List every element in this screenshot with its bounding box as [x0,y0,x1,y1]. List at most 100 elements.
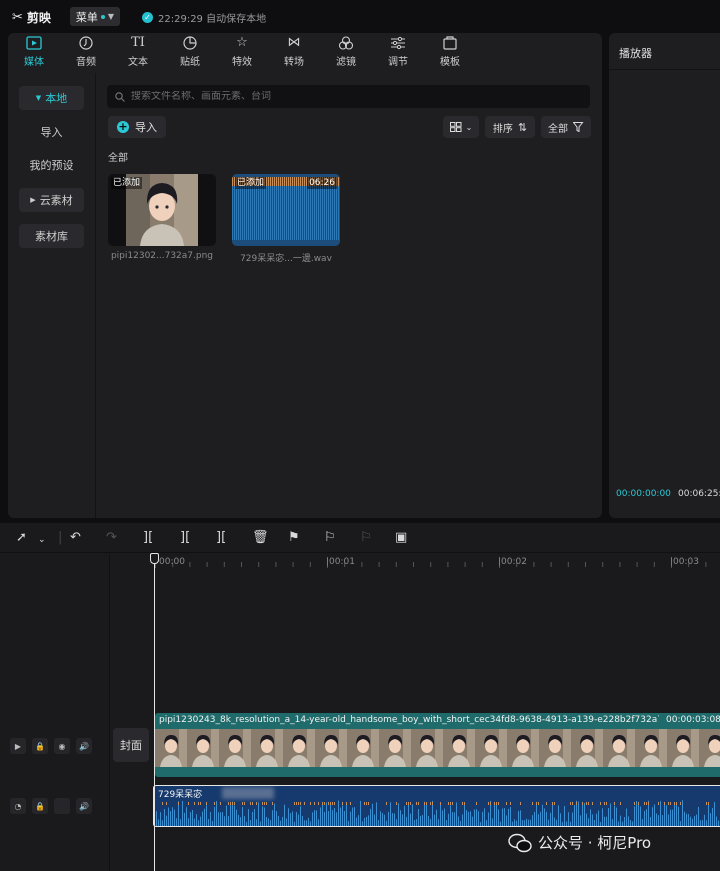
menu-button[interactable]: 菜单 ▼ [70,7,120,26]
speaker-icon[interactable]: 🔊 [76,798,92,814]
plus-icon: + [117,120,129,133]
autosave-text: 22:29:29 自动保存本地 [158,14,267,25]
audio-clip[interactable]: 729呆呆宓 [153,785,720,827]
audio-clip-name: 729呆呆宓 [158,790,203,800]
filter-button[interactable]: 全部 [541,116,591,138]
divider [609,69,720,70]
sort-button[interactable]: 排序 ⇅ [485,116,535,138]
sidebar-item-local[interactable]: ▼ 本地 [19,86,84,110]
image-thumbnail[interactable]: 已添加 [108,174,216,246]
redacted-text [222,787,274,799]
delete-icon[interactable]: 🗑 [252,530,269,546]
tab-template[interactable]: 模板 [424,33,476,71]
audio-track-icon: ◔ [10,798,26,814]
player-title: 播放器 [619,47,652,60]
tab-label: 文本 [128,57,148,68]
sidebar-item-label: 导入 [40,126,63,139]
boy-frame-image [283,729,315,767]
clip-frames [155,729,720,767]
tab-label: 贴纸 [180,57,200,68]
tab-filter[interactable]: 滤镜 [320,33,372,71]
audio-track-controls: ◔ 🔒 🔊 [10,798,92,814]
video-track-icon: ▶ [10,738,26,754]
added-badge: 已添加 [111,177,143,189]
boy-frame-image [603,729,635,767]
speaker-icon[interactable]: 🔊 [76,738,92,754]
capcut-logo-icon: ✂ [12,10,23,25]
video-frame-thumbnail [507,729,539,767]
trim-right-icon[interactable]: ][ [216,530,226,546]
video-frame-thumbnail [379,729,411,767]
redo-icon[interactable]: ↷ [106,530,117,546]
video-frame-thumbnail [187,729,219,767]
audio-thumbnail[interactable]: 已添加 06:26 [232,174,340,246]
sidebar-item-presets[interactable]: 我的预设 [19,153,84,177]
video-frame-thumbnail [603,729,635,767]
media-item-name: 729呆呆宓...一邊.wav [240,254,332,264]
playhead-handle[interactable] [150,553,159,564]
undo-icon[interactable]: ↶ [70,530,81,546]
marker-icon[interactable]: ⚐ [324,530,336,546]
boy-frame-image [539,729,571,767]
lock-icon[interactable]: 🔒 [32,798,48,814]
wechat-icon [508,833,532,852]
sidebar-item-import[interactable]: 导入 [19,120,84,144]
boy-frame-image [315,729,347,767]
media-item-image[interactable]: 已添加 pipi12302...732a7.png [108,174,216,261]
autosave-status: ✓ 22:29:29 自动保存本地 [142,10,266,25]
sidebar-item-cloud[interactable]: ▶ 云素材 [19,188,84,212]
tab-effects[interactable]: ☆ 特效 [216,33,268,71]
boy-frame-image [155,729,187,767]
tab-label: 调节 [388,57,408,68]
time-ruler[interactable]: 00:00 |00:01 |00:02 |00:03 [110,554,720,576]
search-icon [115,91,125,102]
tab-audio[interactable]: 音频 [60,33,112,71]
tab-text[interactable]: TI 文本 [112,33,164,71]
tab-label: 媒体 [24,57,44,68]
text-icon: TI [131,35,145,50]
boy-frame-image [635,729,667,767]
watermark: 公众号 · 柯尼Pro [508,832,651,853]
adjust-icon [390,36,406,51]
split-icon[interactable]: ][ [143,530,153,546]
lock-icon[interactable]: 🔒 [32,738,48,754]
trim-left-icon[interactable]: ][ [180,530,190,546]
select-cursor-icon[interactable]: ➚ [16,530,27,546]
search-input[interactable] [131,91,571,102]
sidebar-item-label: 我的预设 [29,159,74,172]
marker-remove-icon[interactable]: ⚐ [360,530,372,546]
filter-icon [338,36,354,51]
sidebar-item-library[interactable]: 素材库 [19,224,84,248]
video-track-controls: ▶ 🔒 ◉ 🔊 [10,738,92,754]
tab-transition[interactable]: ⋈ 转场 [268,33,320,71]
video-frame-thumbnail [283,729,315,767]
screen-record-icon[interactable]: ▣ [395,530,407,546]
cover-button[interactable]: 封面 [113,728,149,762]
eye-icon[interactable]: ◉ [54,738,70,754]
tab-label: 特效 [232,57,252,68]
current-timecode: 00:00:00:00 [616,489,671,499]
video-frame-thumbnail [635,729,667,767]
ruler-label: |00:02 [498,557,527,567]
view-mode-button[interactable]: ⌄ [443,116,479,138]
clip-title: pipi1230243_8k_resolution_a_14-year-old_… [159,715,659,725]
menu-label: 菜单 [75,10,98,24]
playhead-line[interactable] [154,553,155,871]
media-item-audio[interactable]: 已添加 06:26 729呆呆宓...一邊.wav [232,174,340,264]
import-button[interactable]: + 导入 [108,116,166,138]
asset-toolbar: 媒体 音频 TI 文本 贴纸 ☆ 特效 ⋈ 转场 滤镜 调节 模板 [8,33,602,71]
tab-sticker[interactable]: 贴纸 [164,33,216,71]
tab-adjust[interactable]: 调节 [372,33,424,71]
video-clip[interactable]: pipi1230243_8k_resolution_a_14-year-old_… [155,713,720,777]
timeline-toolbar: ➚ ⌄ | ↶ ↷ ][ ][ ][ 🗑 ⚑ ⚐ ⚐ ▣ [0,523,720,553]
video-frame-thumbnail [571,729,603,767]
duration-badge: 06:26 [307,177,337,189]
chevron-down-icon[interactable]: ⌄ [38,532,46,548]
tab-media[interactable]: 媒体 [8,33,60,71]
media-item-name: pipi12302...732a7.png [110,251,214,261]
timeline-panel: ➚ ⌄ | ↶ ↷ ][ ][ ][ 🗑 ⚑ ⚐ ⚐ ▣ ▶ 🔒 ◉ 🔊 ◔ 🔒… [0,523,720,871]
cover-label: 封面 [120,739,142,752]
auto-caption-icon[interactable]: ⚑ [288,530,300,546]
search-box[interactable] [107,85,590,108]
total-timecode: 00:06:25: [678,489,720,499]
